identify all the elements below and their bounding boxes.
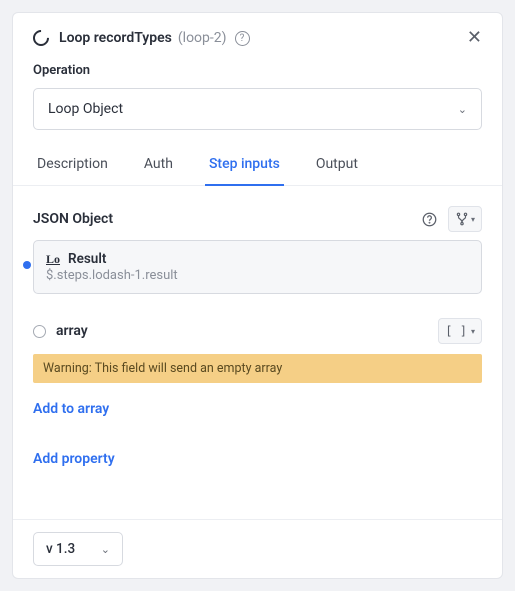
step-inputs-body: JSON Object ▾ <box>13 186 502 519</box>
json-object-label: JSON Object <box>33 211 113 227</box>
tab-bar: Description Auth Step inputs Output <box>13 146 502 186</box>
json-object-value[interactable]: Lo Result $.steps.lodash-1.result <box>33 240 482 294</box>
array-warning: Warning: This field will send an empty a… <box>33 354 482 383</box>
json-result-path: $.steps.lodash-1.result <box>46 268 469 283</box>
array-type-select[interactable]: [ ] ▾ <box>438 318 482 344</box>
panel-title: Loop recordTypes <box>59 30 172 46</box>
version-value: v 1.3 <box>46 541 75 557</box>
panel-header: Loop recordTypes (loop-2) ? ✕ <box>13 13 502 53</box>
branch-icon <box>455 212 469 226</box>
linked-indicator-icon <box>23 261 31 269</box>
chevron-down-icon: ▾ <box>471 327 475 336</box>
chevron-down-icon: ⌄ <box>101 543 110 556</box>
array-row: array [ ] ▾ <box>33 318 482 344</box>
version-select[interactable]: v 1.3 ⌄ <box>33 532 123 566</box>
panel-footer: v 1.3 ⌄ <box>13 519 502 578</box>
radio-empty-icon[interactable] <box>33 325 46 338</box>
field-help-icon[interactable] <box>416 206 442 232</box>
add-property-button[interactable]: Add property <box>33 451 482 467</box>
json-object-row: JSON Object ▾ <box>33 206 482 232</box>
loop-icon <box>30 27 53 50</box>
tab-output[interactable]: Output <box>312 146 362 186</box>
tab-step-inputs[interactable]: Step inputs <box>205 146 284 186</box>
operation-value: Loop Object <box>48 101 123 117</box>
array-type-symbol: [ ] <box>445 324 467 338</box>
operation-label: Operation <box>13 53 502 80</box>
panel-step-id: (loop-2) <box>178 30 227 46</box>
operation-select[interactable]: Loop Object ⌄ <box>33 88 482 130</box>
lodash-icon: Lo <box>46 252 60 267</box>
step-config-panel: Loop recordTypes (loop-2) ? ✕ Operation … <box>12 12 503 579</box>
chevron-down-icon: ⌄ <box>458 103 467 116</box>
tab-auth[interactable]: Auth <box>140 146 177 186</box>
field-mode-toggle[interactable]: ▾ <box>448 206 482 232</box>
array-label: array <box>56 323 88 339</box>
add-to-array-button[interactable]: Add to array <box>33 401 482 417</box>
tab-description[interactable]: Description <box>33 146 112 186</box>
help-icon[interactable]: ? <box>235 31 250 46</box>
json-result-title: Result <box>68 251 106 267</box>
close-icon[interactable]: ✕ <box>467 29 482 47</box>
chevron-down-icon: ▾ <box>471 215 475 224</box>
